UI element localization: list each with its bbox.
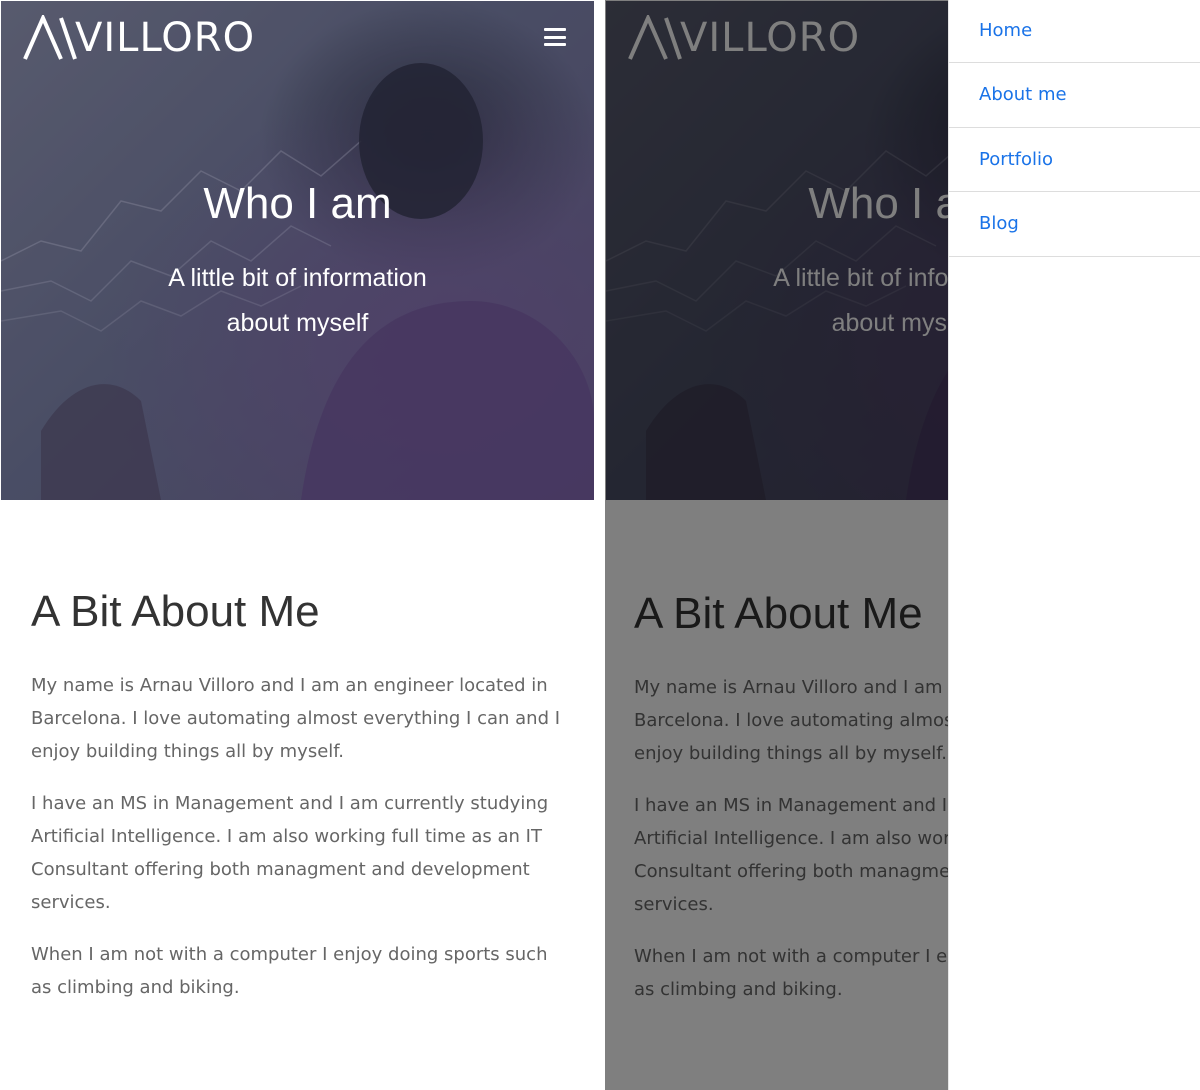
page-view-closed-menu: VILLORO Who I am A little bit of informa…	[0, 0, 595, 1090]
hero-title: Who I am	[203, 179, 392, 228]
logo-a-icon	[628, 15, 682, 60]
hero-subtitle: A little bit of information about myself	[1, 256, 594, 346]
logo-text: VILLORO	[75, 15, 256, 61]
hero-tint	[1, 1, 594, 500]
about-section: A Bit About Me My name is Arnau Villoro …	[31, 585, 571, 1023]
site-logo[interactable]: VILLORO	[23, 15, 255, 61]
nav-drawer: Home About me Portfolio Blog	[948, 0, 1200, 1090]
hero-subtitle-line-2: about myself	[226, 309, 369, 337]
panel-divider	[595, 0, 605, 1090]
about-paragraph: I have an MS in Management and I am curr…	[31, 793, 549, 913]
logo-text: VILLORO	[680, 15, 861, 61]
about-title: A Bit About Me	[31, 587, 320, 636]
hero-banner: VILLORO Who I am A little bit of informa…	[1, 1, 594, 500]
hamburger-menu-icon[interactable]	[544, 28, 566, 46]
logo-a-icon	[23, 15, 77, 60]
nav-item-about-me[interactable]: About me	[949, 63, 1200, 128]
site-logo[interactable]: VILLORO	[628, 15, 860, 61]
about-paragraph: When I am not with a computer I enjoy do…	[31, 944, 548, 998]
about-paragraph: My name is Arnau Villoro and I am an eng…	[31, 675, 561, 762]
nav-item-home[interactable]: Home	[949, 0, 1200, 63]
nav-item-portfolio[interactable]: Portfolio	[949, 128, 1200, 192]
hero-subtitle-line-1: A little bit of information	[168, 264, 427, 292]
nav-item-blog[interactable]: Blog	[949, 192, 1200, 257]
